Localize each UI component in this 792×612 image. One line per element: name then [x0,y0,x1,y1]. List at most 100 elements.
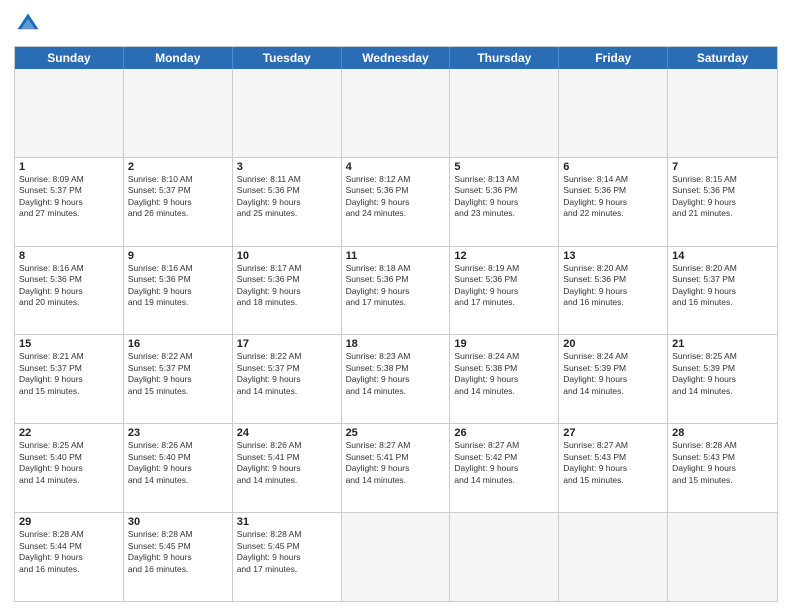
calendar: SundayMondayTuesdayWednesdayThursdayFrid… [14,46,778,602]
cell-info-line: Daylight: 9 hours [128,463,228,474]
cell-info-line: Sunset: 5:42 PM [454,452,554,463]
cell-info-line: Sunset: 5:36 PM [346,185,446,196]
cell-info-line: and 14 minutes. [454,386,554,397]
day-number: 4 [346,161,446,173]
weekday-header-saturday: Saturday [668,47,777,69]
cell-info-line: Sunset: 5:38 PM [454,363,554,374]
cell-info-line: Sunset: 5:36 PM [19,274,119,285]
calendar-day-12: 12Sunrise: 8:19 AMSunset: 5:36 PMDayligh… [450,247,559,335]
calendar-day-20: 20Sunrise: 8:24 AMSunset: 5:39 PMDayligh… [559,335,668,423]
cell-info-line: Sunrise: 8:14 AM [563,174,663,185]
calendar-day-13: 13Sunrise: 8:20 AMSunset: 5:36 PMDayligh… [559,247,668,335]
cell-info-line: Daylight: 9 hours [454,197,554,208]
calendar-week-6: 29Sunrise: 8:28 AMSunset: 5:44 PMDayligh… [15,513,777,601]
cell-info-line: Sunrise: 8:26 AM [237,440,337,451]
cell-info-line: Sunrise: 8:21 AM [19,351,119,362]
calendar-day-21: 21Sunrise: 8:25 AMSunset: 5:39 PMDayligh… [668,335,777,423]
calendar-week-2: 1Sunrise: 8:09 AMSunset: 5:37 PMDaylight… [15,158,777,247]
calendar-day-empty [668,513,777,601]
cell-info-line: and 15 minutes. [563,475,663,486]
day-number: 7 [672,161,773,173]
day-number: 9 [128,250,228,262]
calendar-day-27: 27Sunrise: 8:27 AMSunset: 5:43 PMDayligh… [559,424,668,512]
calendar-day-15: 15Sunrise: 8:21 AMSunset: 5:37 PMDayligh… [15,335,124,423]
cell-info-line: and 23 minutes. [454,208,554,219]
weekday-header-monday: Monday [124,47,233,69]
cell-info-line: Daylight: 9 hours [563,197,663,208]
cell-info-line: Sunrise: 8:28 AM [128,529,228,540]
cell-info-line: and 26 minutes. [128,208,228,219]
day-number: 2 [128,161,228,173]
cell-info-line: and 17 minutes. [237,564,337,575]
cell-info-line: and 15 minutes. [128,386,228,397]
cell-info-line: Daylight: 9 hours [346,286,446,297]
day-number: 16 [128,338,228,350]
calendar-day-empty [233,69,342,157]
cell-info-line: and 14 minutes. [672,386,773,397]
cell-info-line: Daylight: 9 hours [19,463,119,474]
calendar-day-empty [342,513,451,601]
cell-info-line: Sunrise: 8:13 AM [454,174,554,185]
cell-info-line: Sunset: 5:36 PM [346,274,446,285]
cell-info-line: Sunrise: 8:28 AM [237,529,337,540]
calendar-day-29: 29Sunrise: 8:28 AMSunset: 5:44 PMDayligh… [15,513,124,601]
cell-info-line: and 14 minutes. [128,475,228,486]
cell-info-line: and 15 minutes. [19,386,119,397]
cell-info-line: Sunrise: 8:18 AM [346,263,446,274]
cell-info-line: Sunset: 5:37 PM [19,185,119,196]
calendar-day-4: 4Sunrise: 8:12 AMSunset: 5:36 PMDaylight… [342,158,451,246]
cell-info-line: Sunset: 5:36 PM [237,185,337,196]
cell-info-line: Daylight: 9 hours [128,552,228,563]
cell-info-line: Sunset: 5:40 PM [128,452,228,463]
cell-info-line: Sunrise: 8:11 AM [237,174,337,185]
cell-info-line: Sunset: 5:45 PM [128,541,228,552]
cell-info-line: Sunset: 5:36 PM [454,274,554,285]
cell-info-line: Sunset: 5:36 PM [563,185,663,196]
calendar-day-10: 10Sunrise: 8:17 AMSunset: 5:36 PMDayligh… [233,247,342,335]
cell-info-line: and 16 minutes. [128,564,228,575]
day-number: 25 [346,427,446,439]
cell-info-line: Daylight: 9 hours [237,552,337,563]
calendar-day-9: 9Sunrise: 8:16 AMSunset: 5:36 PMDaylight… [124,247,233,335]
cell-info-line: and 14 minutes. [346,386,446,397]
cell-info-line: Sunrise: 8:12 AM [346,174,446,185]
cell-info-line: Sunrise: 8:20 AM [672,263,773,274]
calendar-body: 1Sunrise: 8:09 AMSunset: 5:37 PMDaylight… [15,69,777,601]
cell-info-line: Sunrise: 8:24 AM [454,351,554,362]
cell-info-line: Daylight: 9 hours [237,286,337,297]
cell-info-line: Daylight: 9 hours [19,286,119,297]
cell-info-line: Sunset: 5:43 PM [563,452,663,463]
cell-info-line: Sunset: 5:37 PM [128,363,228,374]
cell-info-line: Sunrise: 8:25 AM [19,440,119,451]
cell-info-line: Daylight: 9 hours [346,463,446,474]
cell-info-line: Sunset: 5:41 PM [237,452,337,463]
calendar-day-empty [559,513,668,601]
day-number: 18 [346,338,446,350]
cell-info-line: Daylight: 9 hours [237,197,337,208]
cell-info-line: Sunrise: 8:22 AM [237,351,337,362]
cell-info-line: Sunrise: 8:22 AM [128,351,228,362]
cell-info-line: Sunrise: 8:16 AM [128,263,228,274]
day-number: 28 [672,427,773,439]
cell-info-line: Daylight: 9 hours [563,286,663,297]
cell-info-line: Sunrise: 8:28 AM [19,529,119,540]
cell-info-line: Sunset: 5:40 PM [19,452,119,463]
calendar-day-28: 28Sunrise: 8:28 AMSunset: 5:43 PMDayligh… [668,424,777,512]
calendar-day-14: 14Sunrise: 8:20 AMSunset: 5:37 PMDayligh… [668,247,777,335]
calendar-day-24: 24Sunrise: 8:26 AMSunset: 5:41 PMDayligh… [233,424,342,512]
day-number: 22 [19,427,119,439]
calendar-day-empty [559,69,668,157]
day-number: 12 [454,250,554,262]
day-number: 27 [563,427,663,439]
calendar-day-11: 11Sunrise: 8:18 AMSunset: 5:36 PMDayligh… [342,247,451,335]
cell-info-line: Sunrise: 8:10 AM [128,174,228,185]
calendar-day-23: 23Sunrise: 8:26 AMSunset: 5:40 PMDayligh… [124,424,233,512]
logo [14,10,46,38]
cell-info-line: Sunrise: 8:27 AM [454,440,554,451]
weekday-header-thursday: Thursday [450,47,559,69]
day-number: 1 [19,161,119,173]
day-number: 21 [672,338,773,350]
cell-info-line: Sunrise: 8:19 AM [454,263,554,274]
cell-info-line: and 18 minutes. [237,297,337,308]
cell-info-line: Sunset: 5:36 PM [237,274,337,285]
